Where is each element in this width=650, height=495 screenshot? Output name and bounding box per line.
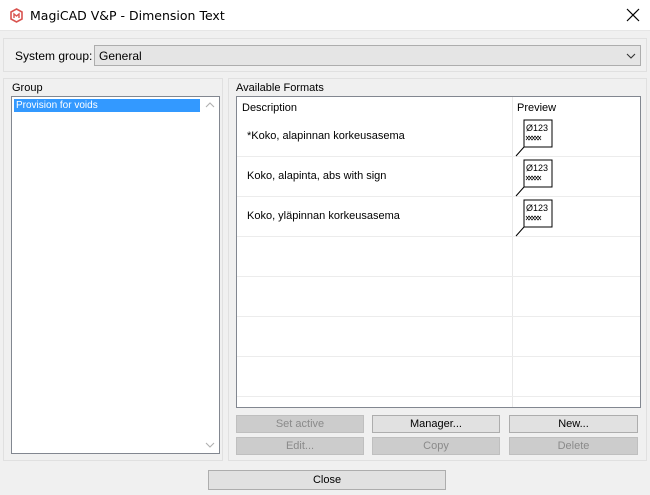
scroll-down-arrow-icon[interactable] <box>205 441 215 449</box>
formats-table: Description Preview *Koko, alapinnan kor… <box>236 96 641 408</box>
table-row-empty <box>237 317 640 357</box>
copy-button[interactable]: Copy <box>372 437 500 455</box>
group-list-scrollbar[interactable] <box>202 97 219 453</box>
delete-button[interactable]: Delete <box>509 437 638 455</box>
dimension-text-preview-icon: Ø123 <box>515 159 553 197</box>
table-row[interactable]: Koko, yläpinnan korkeusasema Ø123 <box>237 197 640 237</box>
chevron-down-icon <box>626 53 636 59</box>
svg-text:Ø123: Ø123 <box>526 163 548 173</box>
system-group-label: System group: <box>15 49 93 63</box>
system-group-value: General <box>99 49 142 63</box>
table-row[interactable]: Koko, alapinta, abs with sign Ø123 <box>237 157 640 197</box>
group-label: Group <box>12 82 43 94</box>
column-header-preview[interactable]: Preview <box>517 102 556 114</box>
available-formats-panel: Available Formats Description Preview *K… <box>228 78 647 461</box>
available-formats-label: Available Formats <box>236 82 324 94</box>
group-list[interactable]: Provision for voids <box>11 96 220 454</box>
close-button[interactable]: Close <box>208 470 446 490</box>
table-row-empty <box>237 277 640 317</box>
system-group-panel: System group: General <box>3 38 647 72</box>
svg-text:Ø123: Ø123 <box>526 203 548 213</box>
dimension-text-preview-icon: Ø123 <box>515 119 553 157</box>
window-title: MagiCAD V&P - Dimension Text <box>30 8 225 23</box>
magicad-logo-icon <box>10 8 23 23</box>
system-group-select[interactable]: General <box>94 45 641 66</box>
table-row-empty <box>237 237 640 277</box>
edit-button[interactable]: Edit... <box>236 437 364 455</box>
scroll-up-arrow-icon[interactable] <box>205 101 215 109</box>
title-bar: MagiCAD V&P - Dimension Text <box>0 0 650 31</box>
table-row-empty <box>237 357 640 397</box>
row-description: *Koko, alapinnan korkeusasema <box>247 130 405 142</box>
close-icon[interactable] <box>626 8 640 22</box>
row-description: Koko, alapinta, abs with sign <box>247 170 387 182</box>
row-description: Koko, yläpinnan korkeusasema <box>247 210 400 222</box>
column-header-description[interactable]: Description <box>242 102 297 114</box>
dimension-text-preview-icon: Ø123 <box>515 199 553 237</box>
manager-button[interactable]: Manager... <box>372 415 500 433</box>
group-panel: Group Provision for voids <box>3 78 223 461</box>
set-active-button[interactable]: Set active <box>236 415 364 433</box>
table-row[interactable]: *Koko, alapinnan korkeusasema Ø123 <box>237 117 640 157</box>
svg-text:Ø123: Ø123 <box>526 123 548 133</box>
group-item-provision-for-voids[interactable]: Provision for voids <box>14 99 200 112</box>
new-button[interactable]: New... <box>509 415 638 433</box>
